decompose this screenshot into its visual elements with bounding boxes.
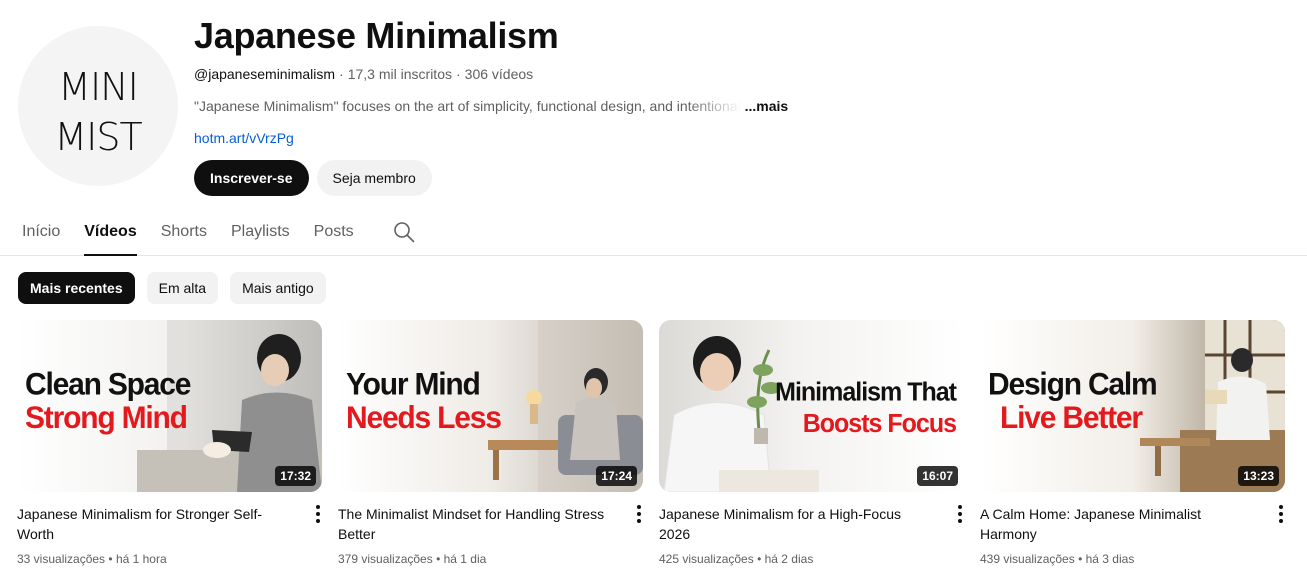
thumbnail-caption: Design Calm Live Better: [988, 367, 1158, 436]
video-menu-button[interactable]: [948, 504, 972, 528]
chip-oldest[interactable]: Mais antigo: [230, 272, 326, 304]
video-duration: 17:24: [596, 466, 637, 486]
upload-age: há 3 dias: [1085, 552, 1135, 566]
sort-chips: Mais recentes Em alta Mais antigo: [18, 272, 326, 304]
avatar-line2: MIST: [54, 115, 142, 159]
channel-title: Japanese Minimalism: [194, 15, 559, 56]
upload-age: há 1 dia: [443, 552, 487, 566]
chip-latest[interactable]: Mais recentes: [18, 272, 135, 304]
thumbnail-caption-line1: Your Mind: [346, 367, 481, 402]
thumbnail-caption: Your Mind Needs Less: [346, 367, 502, 436]
video-text: A Calm Home: Japanese Minimalist Harmony…: [980, 504, 1269, 568]
thumbnail-caption-line2: Boosts Focus: [802, 409, 957, 439]
video-thumbnail[interactable]: Design Calm Live Better 13:23: [980, 320, 1285, 492]
upload-age: há 1 hora: [115, 552, 167, 566]
tab-posts[interactable]: Posts: [314, 208, 354, 255]
thumbnail-caption-line1: Design Calm: [988, 367, 1158, 402]
more-vert-icon: [1279, 505, 1283, 523]
video-text: Japanese Minimalism for a High-Focus 202…: [659, 504, 948, 568]
channel-tabs: Início Vídeos Shorts Playlists Posts: [0, 208, 1307, 256]
thumbnail-caption-line2: Strong Mind: [25, 400, 188, 436]
channel-link[interactable]: hotm.art/vVrzPg: [194, 128, 1287, 148]
subscriber-count: 17,3 mil inscritos: [347, 66, 452, 82]
channel-actions: Inscrever-se Seja membro: [194, 160, 1287, 196]
video-duration: 13:23: [1238, 466, 1279, 486]
video-text: Japanese Minimalism for Stronger Self-Wo…: [17, 504, 306, 568]
video-card: Your Mind Needs Less 17:24 The Minimalis…: [338, 320, 643, 568]
video-title[interactable]: The Minimalist Mindset for Handling Stre…: [338, 504, 611, 544]
video-info: Japanese Minimalism for a High-Focus 202…: [659, 504, 964, 568]
video-card: Design Calm Live Better 13:23 A Calm Hom…: [980, 320, 1285, 568]
video-meta: 425 visualizações • há 2 dias: [659, 552, 814, 566]
video-menu-button[interactable]: [627, 504, 651, 528]
video-title[interactable]: Japanese Minimalism for a High-Focus 202…: [659, 504, 932, 544]
video-card: Minimalism That Boosts Focus 16:07 Japan…: [659, 320, 964, 568]
video-duration: 17:32: [275, 466, 316, 486]
video-text: The Minimalist Mindset for Handling Stre…: [338, 504, 627, 568]
thumbnail-caption-line2: Needs Less: [346, 400, 502, 436]
channel-avatar[interactable]: MINI MIST: [18, 26, 178, 186]
view-count: 379 visualizações: [338, 552, 433, 566]
join-button[interactable]: Seja membro: [316, 160, 432, 196]
view-count: 33 visualizações: [17, 552, 106, 566]
description-text: "Japanese Minimalism" focuses on the art…: [194, 98, 741, 114]
subscribe-button[interactable]: Inscrever-se: [194, 160, 309, 196]
video-card: Clean Space Strong Mind 17:32 Japanese M…: [17, 320, 322, 568]
video-meta: 379 visualizações • há 1 dia: [338, 552, 487, 566]
video-info: Japanese Minimalism for Stronger Self-Wo…: [17, 504, 322, 568]
channel-handle: @japaneseminimalism: [194, 66, 336, 82]
video-menu-button[interactable]: [1269, 504, 1293, 528]
channel-info: Japanese Minimalism @japaneseminimalism ·…: [194, 14, 1287, 196]
thumbnail-caption-line2: Live Better: [1000, 400, 1143, 436]
video-title[interactable]: A Calm Home: Japanese Minimalist Harmony: [980, 504, 1253, 544]
channel-search-button[interactable]: [392, 208, 416, 255]
video-thumbnail[interactable]: Minimalism That Boosts Focus 16:07: [659, 320, 964, 492]
view-count: 439 visualizações: [980, 552, 1075, 566]
video-thumbnail[interactable]: Your Mind Needs Less 17:24: [338, 320, 643, 492]
search-icon: [393, 221, 414, 242]
more-vert-icon: [958, 505, 962, 523]
thumbnail-caption: Clean Space Strong Mind: [25, 367, 191, 436]
minimist-logo: MINI MIST: [18, 26, 178, 186]
thumbnail-caption: Minimalism That Boosts Focus: [775, 377, 957, 440]
tab-shorts[interactable]: Shorts: [161, 208, 207, 255]
tab-inicio[interactable]: Início: [22, 208, 60, 255]
description-more-link[interactable]: ...mais: [745, 96, 789, 116]
video-info: A Calm Home: Japanese Minimalist Harmony…: [980, 504, 1285, 568]
video-duration: 16:07: [917, 466, 958, 486]
channel-description[interactable]: "Japanese Minimalism" focuses on the art…: [194, 96, 1287, 116]
video-meta: 33 visualizações • há 1 hora: [17, 552, 167, 566]
upload-age: há 2 dias: [764, 552, 814, 566]
more-vert-icon: [637, 505, 641, 523]
tab-playlists[interactable]: Playlists: [231, 208, 290, 255]
thumbnail-caption-line1: Clean Space: [25, 367, 191, 402]
video-thumbnail[interactable]: Clean Space Strong Mind 17:32: [17, 320, 322, 492]
chip-popular[interactable]: Em alta: [146, 272, 219, 304]
avatar-line1: MINI: [58, 65, 138, 109]
video-count: 306 vídeos: [464, 66, 534, 82]
separator-dot: ·: [339, 66, 344, 82]
video-menu-button[interactable]: [306, 504, 330, 528]
more-vert-icon: [316, 505, 320, 523]
separator-dot: ·: [455, 66, 461, 82]
video-meta: 439 visualizações • há 3 dias: [980, 552, 1135, 566]
video-info: The Minimalist Mindset for Handling Stre…: [338, 504, 643, 568]
view-count: 425 visualizações: [659, 552, 754, 566]
channel-meta: @japaneseminimalism · 17,3 mil inscritos · 3…: [194, 64, 1287, 84]
video-grid: Clean Space Strong Mind 17:32 Japanese M…: [17, 320, 1285, 568]
tab-videos[interactable]: Vídeos: [84, 208, 138, 256]
video-title[interactable]: Japanese Minimalism for Stronger Self-Wo…: [17, 504, 290, 544]
thumbnail-caption-line1: Minimalism That: [775, 377, 957, 407]
